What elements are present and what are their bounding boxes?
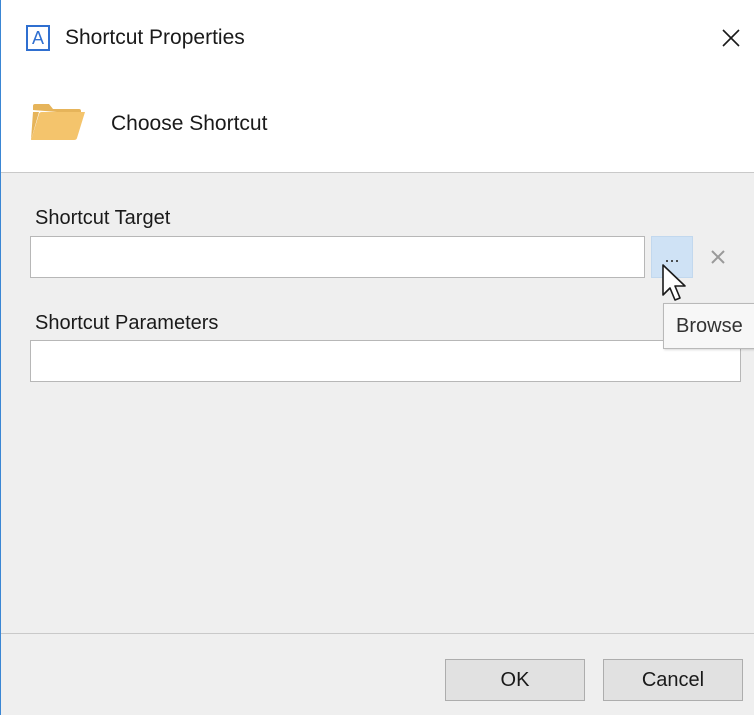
- shortcut-parameters-label: Shortcut Parameters: [35, 312, 219, 334]
- shortcut-parameters-input[interactable]: [30, 340, 741, 382]
- ok-button[interactable]: OK: [445, 659, 585, 701]
- shortcut-properties-dialog: A Shortcut Properties Choose Shortcut Sh…: [0, 0, 754, 715]
- close-icon: [722, 29, 740, 47]
- clear-icon: [711, 250, 725, 264]
- mouse-cursor-icon: [662, 264, 686, 301]
- app-icon: A: [26, 25, 50, 51]
- header-title: Choose Shortcut: [111, 112, 268, 135]
- cancel-button[interactable]: Cancel: [603, 659, 743, 701]
- close-button[interactable]: [713, 20, 749, 56]
- shortcut-target-label: Shortcut Target: [35, 207, 171, 229]
- dialog-header: Choose Shortcut: [1, 78, 754, 172]
- shortcut-target-input[interactable]: [30, 236, 645, 278]
- window-title: Shortcut Properties: [65, 26, 245, 49]
- title-bar: A Shortcut Properties: [1, 0, 754, 78]
- folder-icon: [31, 104, 85, 140]
- browse-tooltip: Browse: [663, 303, 754, 349]
- clear-button[interactable]: [705, 244, 731, 270]
